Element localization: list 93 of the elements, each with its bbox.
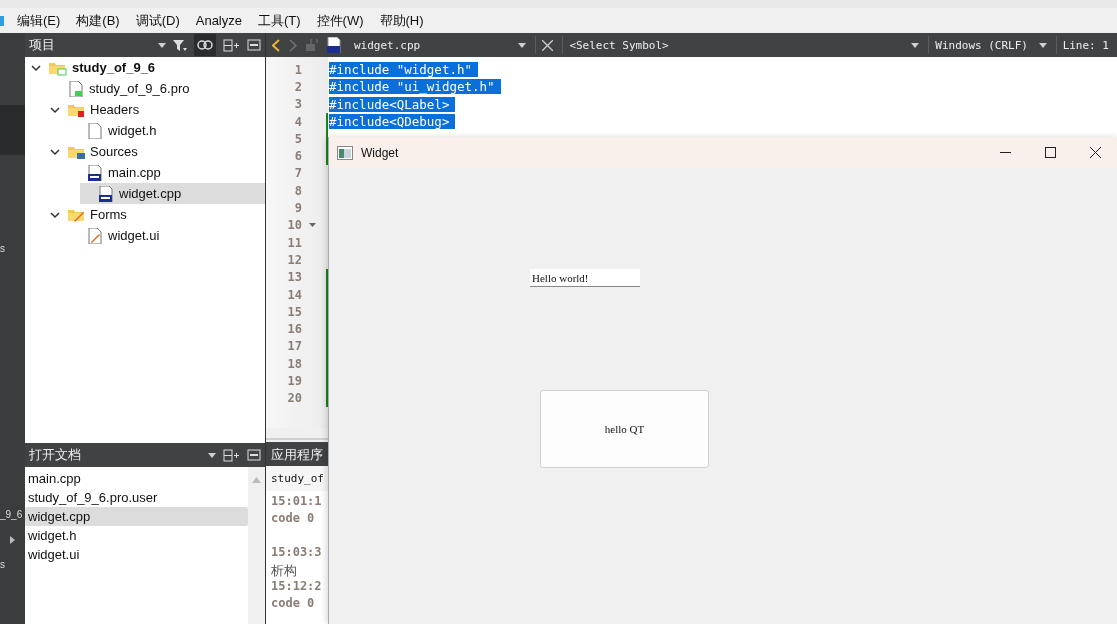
menu-item[interactable]: 控件(W) <box>316 11 364 30</box>
window-title: Widget <box>361 145 399 160</box>
close-panel-icon <box>247 38 261 52</box>
document-item[interactable]: widget.ui <box>25 545 248 564</box>
output-line: 15:03:3 <box>271 545 323 561</box>
tree-item[interactable]: Headers <box>25 99 265 120</box>
output-line: code 0 <box>271 596 316 612</box>
line-ending-selector[interactable]: Windows (CRLF) <box>935 38 1031 52</box>
chevron-down-icon <box>50 104 60 115</box>
line-number: 17 <box>286 339 302 354</box>
output-line: 15:12:2 <box>271 579 323 595</box>
menu-item[interactable]: 帮助(H) <box>379 11 424 30</box>
line-number: 5 <box>293 131 302 146</box>
line-number: 8 <box>293 183 302 198</box>
dropdown-caret-icon <box>518 42 527 48</box>
chevron-down-icon <box>50 146 60 157</box>
file-icon <box>87 122 103 139</box>
line-number: 4 <box>293 114 302 129</box>
line-number: 14 <box>286 287 302 302</box>
project-file-icon <box>68 80 84 97</box>
panel-title: 应用程序 <box>266 443 328 466</box>
line-number: 6 <box>293 149 302 164</box>
sidebar-label: _9_6 <box>0 509 23 520</box>
filter-icon <box>173 38 187 52</box>
file-selector[interactable]: widget.cpp <box>354 38 511 52</box>
split-icon <box>223 448 240 462</box>
chevron-down-icon <box>31 62 41 73</box>
line-number: 2 <box>293 79 302 94</box>
cpp-file-icon <box>98 185 114 202</box>
tree-item[interactable]: Sources <box>25 141 265 162</box>
line-number: 7 <box>293 166 302 181</box>
output-line: 15:01:1 <box>271 494 323 510</box>
line-number: 19 <box>286 374 302 388</box>
line-number: 13 <box>286 270 302 285</box>
code-area[interactable]: #include "widget.h" #include "ui_widget.h" #include<QLabel> #include<QDebug> <box>328 57 1117 137</box>
mode-highlight <box>0 105 25 155</box>
dropdown-caret-icon <box>208 452 216 458</box>
tree-item[interactable]: widget.h <box>25 120 265 141</box>
menu-item[interactable]: Analyze <box>195 13 242 28</box>
tree-item[interactable]: study_of_9_6.pro <box>25 78 265 99</box>
document-item[interactable]: study_of_9_6.pro.user <box>25 488 248 507</box>
split-icon <box>223 38 240 52</box>
panel-title: 打开文档 <box>29 446 81 464</box>
form-file-icon <box>87 227 103 244</box>
tree-item[interactable]: study_of_9_6 <box>25 57 265 78</box>
output-line: code 0 <box>271 511 316 527</box>
line-number: 1 <box>293 62 302 77</box>
tree-item[interactable]: widget.ui <box>25 225 265 246</box>
dropdown-caret-icon <box>158 42 166 48</box>
dropdown-caret-icon <box>911 42 920 48</box>
window-icon <box>337 145 353 160</box>
menu-item[interactable]: 构建(B) <box>76 11 120 30</box>
chevron-down-icon <box>50 209 60 220</box>
line-number: 20 <box>286 391 302 406</box>
cpp-file-icon <box>327 37 341 53</box>
output-line: 析构 <box>271 562 298 579</box>
tree-item[interactable]: main.cpp <box>25 162 265 183</box>
line-number: 11 <box>286 235 302 250</box>
symbol-selector[interactable]: <Select Symbol> <box>569 38 904 52</box>
sidebar-label: s <box>0 559 5 570</box>
maximize-icon <box>1045 147 1056 158</box>
line-number: 18 <box>286 356 302 371</box>
menu-item[interactable]: 调试(D) <box>135 11 180 30</box>
scrollbar[interactable] <box>248 467 265 624</box>
hello-button[interactable]: hello QT <box>540 390 709 468</box>
line-number: 12 <box>286 252 302 267</box>
dropdown-caret-icon <box>1038 42 1047 48</box>
line-number: 10 <box>286 218 302 233</box>
menu-item[interactable]: 工具(T) <box>258 11 301 30</box>
scroll-up-icon <box>252 477 261 483</box>
close-panel-icon <box>247 448 261 462</box>
line-number: 16 <box>286 322 302 337</box>
close-icon <box>1090 147 1101 158</box>
line-number: 9 <box>293 201 302 215</box>
app-icon <box>0 15 4 26</box>
play-icon <box>10 536 15 544</box>
cursor-position: Line: 1 <box>1062 38 1109 52</box>
lock-icon <box>306 39 318 51</box>
output-tab[interactable]: study_of <box>266 466 328 491</box>
document-item[interactable]: widget.cpp <box>25 507 248 526</box>
close-icon <box>542 39 554 51</box>
panel-title: 项目 <box>29 36 55 54</box>
sidebar-label: s <box>0 243 5 254</box>
hello-label: Hello world! <box>530 269 640 287</box>
tree-item[interactable]: Forms <box>25 204 265 225</box>
line-number: 15 <box>286 304 302 319</box>
document-item[interactable]: widget.h <box>25 526 248 545</box>
menu-item[interactable]: 编辑(E) <box>17 11 61 30</box>
cpp-file-icon <box>87 164 103 181</box>
document-item[interactable]: main.cpp <box>25 469 248 488</box>
tree-item[interactable]: widget.cpp <box>80 183 265 204</box>
link-icon <box>194 34 216 56</box>
line-number: 3 <box>293 97 302 112</box>
